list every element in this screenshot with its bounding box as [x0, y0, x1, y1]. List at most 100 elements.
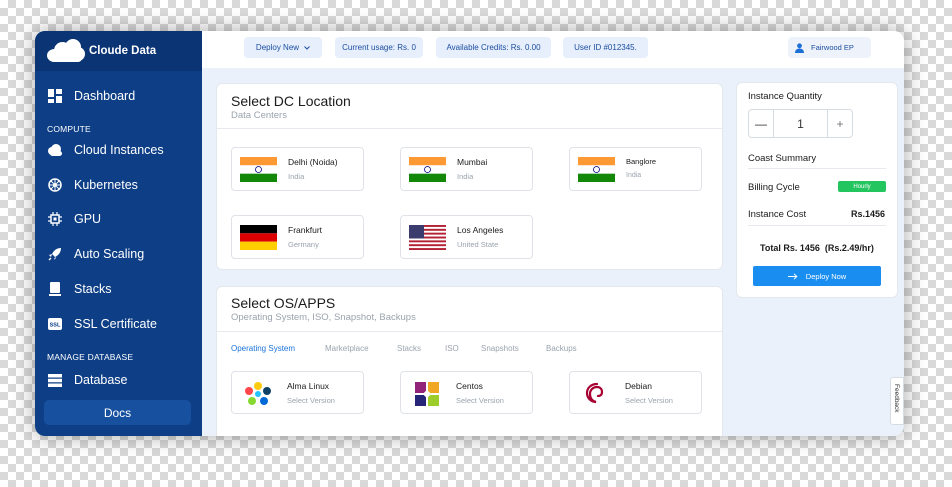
- user-icon: [794, 42, 805, 53]
- user-name: Fairwood EP: [811, 43, 854, 52]
- svg-text:SSL: SSL: [50, 323, 61, 329]
- location-country: India: [288, 172, 305, 181]
- os-name: Debian: [625, 381, 652, 391]
- logo[interactable]: Cloude Data: [35, 31, 202, 71]
- deploy-new-label: Deploy New: [255, 43, 300, 52]
- dc-subtitle: Data Centers: [231, 110, 287, 121]
- current-usage-badge: Current usage: Rs. 0: [335, 37, 423, 58]
- feedback-tab[interactable]: Feedback: [890, 377, 904, 425]
- os-name: Centos: [456, 381, 483, 391]
- sidebar-item-ssl-certificate[interactable]: SSL SSL Certificate: [35, 311, 202, 337]
- sidebar-item-auto-scaling[interactable]: Auto Scaling: [35, 241, 202, 267]
- tab-operating-system[interactable]: Operating System: [231, 344, 295, 353]
- tab-stacks[interactable]: Stacks: [397, 344, 421, 353]
- divider: [748, 225, 886, 226]
- app-name: Cloude Data: [89, 45, 157, 57]
- app-window: Cloude Data Dashboard COMPUTE Cloud Inst…: [35, 31, 904, 436]
- centos-icon: [411, 380, 443, 408]
- deploy-now-label: Deploy Now: [805, 271, 847, 281]
- billing-cycle-label: Billing Cycle: [748, 182, 800, 193]
- os-version: Select Version: [456, 396, 504, 405]
- location-mumbai[interactable]: Mumbai India: [400, 147, 533, 191]
- sidebar-item-label: Database: [74, 373, 128, 387]
- location-country: United State: [457, 240, 499, 249]
- sidebar: Cloude Data Dashboard COMPUTE Cloud Inst…: [35, 31, 202, 436]
- section-manage-database: MANAGE DATABASE: [47, 352, 134, 362]
- sidebar-item-label: Stacks: [74, 282, 112, 296]
- database-icon: [47, 372, 63, 388]
- usa-flag-icon: [409, 225, 446, 250]
- os-centos[interactable]: Centos Select Version: [400, 371, 533, 414]
- feedback-label: Feedback: [893, 384, 900, 413]
- location-delhi[interactable]: Delhi (Noida) India: [231, 147, 364, 191]
- user-id-badge: User ID #012345.: [563, 37, 648, 58]
- chevron-down-icon: [304, 45, 310, 50]
- stacks-icon: [47, 281, 63, 297]
- tab-backups[interactable]: Backups: [546, 344, 577, 353]
- alma-linux-icon: [242, 380, 274, 408]
- location-country: India: [457, 172, 474, 181]
- arrow-right-icon: [787, 272, 798, 280]
- os-subtitle: Operating System, ISO, Snapshot, Backups: [231, 312, 416, 323]
- location-name: Banglore: [626, 157, 657, 166]
- tab-marketplace[interactable]: Marketplace: [325, 344, 369, 353]
- india-flag-icon: [409, 157, 446, 182]
- divider: [217, 128, 722, 129]
- increment-button[interactable]: +: [828, 110, 852, 137]
- dc-title: Select DC Location: [231, 93, 351, 109]
- location-name: Mumbai: [457, 157, 488, 167]
- os-debian[interactable]: Debian Select Version: [569, 371, 702, 414]
- sidebar-item-label: Dashboard: [74, 89, 136, 103]
- instance-cost-value: Rs.1456: [850, 209, 885, 219]
- decrement-button[interactable]: —: [749, 110, 774, 137]
- instance-quantity-label: Instance Quantity: [748, 91, 822, 102]
- sidebar-item-kubernetes[interactable]: Kubernetes: [35, 172, 202, 198]
- user-menu[interactable]: Fairwood EP: [788, 37, 871, 58]
- divider: [217, 331, 722, 332]
- sidebar-item-label: GPU: [74, 212, 102, 226]
- os-version: Select Version: [287, 396, 335, 405]
- os-version: Select Version: [625, 396, 673, 405]
- location-banglore[interactable]: Banglore India: [569, 147, 702, 191]
- sidebar-item-database[interactable]: Database: [35, 367, 202, 393]
- os-apps-card: Select OS/APPS Operating System, ISO, Sn…: [216, 286, 723, 436]
- debian-icon: [580, 380, 612, 408]
- location-country: Germany: [288, 240, 319, 249]
- ssl-icon: SSL: [47, 316, 63, 332]
- summary-panel: Instance Quantity — 1 + Coast Summary Bi…: [736, 82, 898, 298]
- top-bar: Deploy New Current usage: Rs. 0 Availabl…: [202, 31, 904, 68]
- section-compute: COMPUTE: [47, 124, 91, 134]
- sidebar-item-gpu[interactable]: GPU: [35, 206, 202, 232]
- sidebar-item-stacks[interactable]: Stacks: [35, 276, 202, 302]
- sidebar-item-label: SSL Certificate: [74, 317, 157, 331]
- billing-cycle-badge[interactable]: Hourly: [838, 181, 886, 192]
- divider: [748, 168, 886, 169]
- tab-snapshots[interactable]: Snapshots: [481, 344, 519, 353]
- location-country: India: [626, 172, 642, 179]
- india-flag-icon: [240, 157, 277, 182]
- deploy-new-dropdown[interactable]: Deploy New: [244, 37, 322, 58]
- cost-summary-title: Coast Summary: [748, 153, 817, 164]
- docs-button[interactable]: Docs: [44, 400, 191, 425]
- rocket-icon: [47, 246, 63, 262]
- quantity-stepper[interactable]: — 1 +: [748, 109, 853, 138]
- location-frankfurt[interactable]: Frankfurt Germany: [231, 215, 364, 259]
- location-name: Los Angeles: [457, 225, 504, 235]
- sidebar-item-label: Auto Scaling: [74, 247, 145, 261]
- dc-location-card: Select DC Location Data Centers Delhi (N…: [216, 83, 723, 270]
- os-alma-linux[interactable]: Alma Linux Select Version: [231, 371, 364, 414]
- india-flag-icon: [578, 157, 615, 182]
- location-name: Frankfurt: [288, 225, 323, 235]
- sidebar-item-label: Cloud Instances: [74, 143, 164, 157]
- cloud-logo-icon: [45, 38, 87, 64]
- quantity-value[interactable]: 1: [774, 110, 828, 137]
- cloud-icon: [47, 142, 63, 158]
- tab-iso[interactable]: ISO: [445, 344, 459, 353]
- sidebar-item-cloud-instances[interactable]: Cloud Instances: [35, 137, 202, 163]
- gpu-icon: [47, 211, 63, 227]
- dashboard-icon: [47, 88, 63, 104]
- location-los-angeles[interactable]: Los Angeles United State: [400, 215, 533, 259]
- os-name: Alma Linux: [287, 381, 330, 391]
- sidebar-item-dashboard[interactable]: Dashboard: [35, 83, 202, 109]
- deploy-now-button[interactable]: Deploy Now: [753, 266, 881, 286]
